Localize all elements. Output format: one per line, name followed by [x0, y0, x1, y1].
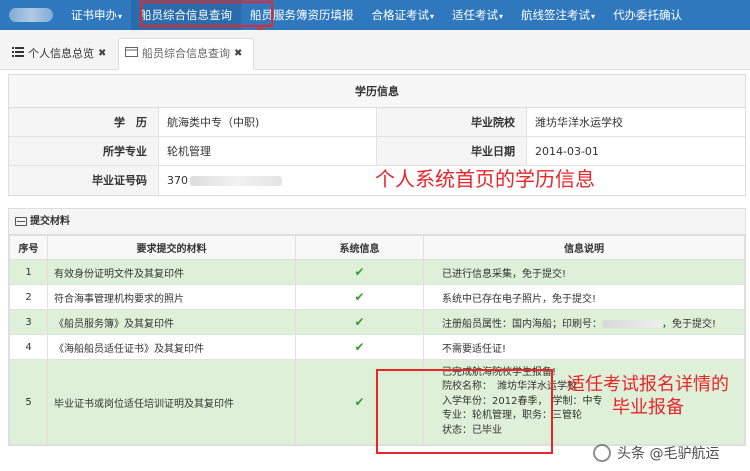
- degree-label: 学 历: [9, 108, 159, 136]
- row-desc: 不需要适任证!: [423, 334, 745, 360]
- tab-seafarer-info-query[interactable]: 船员综合信息查询 ✖: [118, 38, 254, 70]
- date-label: 毕业日期: [377, 137, 527, 165]
- row-desc-text: 不需要适任证!: [442, 343, 507, 355]
- materials-title: 提交材料: [30, 215, 70, 227]
- annotation-exam-note-line2: 毕业报备: [612, 397, 684, 418]
- nav-service-book-label: 船员服务簿资历填报: [250, 8, 354, 22]
- cert-number-prefix: 370: [167, 174, 188, 187]
- check-icon: ✔: [354, 290, 365, 304]
- education-row: 所学专业 轮机管理 毕业日期 2014-03-01: [9, 137, 745, 166]
- blurred-username: [9, 8, 53, 22]
- row-desc: 已进行信息采集，免于提交!: [423, 259, 745, 285]
- tab-personal-overview[interactable]: 个人信息总览 ✖: [6, 38, 112, 70]
- check-icon: ✔: [354, 265, 365, 279]
- nav-cert-apply[interactable]: 证书申办▾: [62, 0, 131, 30]
- keyboard-icon: [15, 217, 27, 226]
- check-icon: ✔: [354, 340, 365, 354]
- row-item: 有效身份证明文件及其复印件: [47, 259, 296, 285]
- row-item: 《海船船员适任证书》及其复印件: [47, 334, 296, 360]
- nav-competency-exam-label: 适任考试: [452, 8, 499, 22]
- header-no: 序号: [9, 235, 48, 260]
- table-row: 4 《海船船员适任证书》及其复印件 ✔ 不需要适任证!: [9, 334, 745, 360]
- nav-cert-exam-label: 合格证考试: [371, 8, 430, 22]
- close-icon[interactable]: ✖: [234, 42, 242, 66]
- chevron-down-icon: ▾: [430, 12, 435, 21]
- education-title: 学历信息: [9, 75, 745, 108]
- window-icon: [125, 42, 138, 66]
- header-item: 要求提交的材料: [47, 235, 296, 260]
- materials-header: 提交材料: [9, 209, 745, 235]
- degree-value: 航海类中专（中职): [159, 108, 377, 136]
- table-header-row: 序号 要求提交的材料 系统信息 信息说明: [9, 235, 745, 260]
- top-nav: 证书申办▾ 船员综合信息查询 船员服务簿资历填报 合格证考试▾ 适任考试▾ 航线…: [0, 0, 750, 30]
- nav-proxy-confirm-label: 代办委托确认: [613, 8, 683, 22]
- row-no: 3: [9, 309, 48, 335]
- header-sys: 系统信息: [295, 235, 424, 260]
- row-item: 符合海事管理机构要求的照片: [47, 284, 296, 310]
- watermark-text: 头条 @毛驴航运: [617, 446, 720, 462]
- row-desc: 注册船员属性：国内海船；印刷号： ，免于提交!: [423, 309, 745, 335]
- nav-route-endorse-exam[interactable]: 航线签注考试▾: [512, 0, 604, 30]
- nav-proxy-confirm[interactable]: 代办委托确认: [604, 0, 691, 30]
- cert-label: 毕业证号码: [9, 166, 159, 195]
- row-desc-suffix: ，免于提交!: [662, 318, 717, 330]
- row-no: 4: [9, 334, 48, 360]
- school-label: 毕业院校: [377, 108, 527, 136]
- major-value: 轮机管理: [159, 137, 377, 165]
- watermark-logo-icon: [593, 444, 611, 462]
- blurred-print-number: [602, 319, 662, 328]
- table-row: 1 有效身份证明文件及其复印件 ✔ 已进行信息采集，免于提交!: [9, 259, 745, 285]
- row-desc-text: 已进行信息采集，免于提交!: [442, 268, 567, 280]
- nav-seafarer-info-query-label: 船员综合信息查询: [140, 8, 233, 22]
- chevron-down-icon: ▾: [499, 12, 504, 21]
- chevron-down-icon: ▾: [591, 12, 596, 21]
- table-row: 3 《船员服务簿》及其复印件 ✔ 注册船员属性：国内海船；印刷号： ，免于提交!: [9, 309, 745, 335]
- row-no: 5: [9, 359, 48, 445]
- row-item: 毕业证书或岗位适任培训证明及其复印件: [47, 359, 296, 445]
- annotation-edu-note: 个人系统首页的学历信息: [375, 167, 595, 191]
- user-avatar-area[interactable]: [0, 0, 62, 30]
- blurred-cert-number: [190, 176, 282, 186]
- nav-cert-exam[interactable]: 合格证考试▾: [363, 0, 444, 30]
- nav-seafarer-info-query[interactable]: 船员综合信息查询: [131, 0, 242, 30]
- row-sys: ✔: [295, 309, 424, 335]
- row-desc: 系统中已存在电子照片，免于提交!: [423, 284, 745, 310]
- date-value: 2014-03-01: [535, 145, 599, 158]
- header-desc: 信息说明: [423, 235, 745, 260]
- row-sys: ✔: [295, 284, 424, 310]
- row-desc-text: 系统中已存在电子照片，免于提交!: [442, 293, 597, 305]
- row-sys: ✔: [295, 359, 424, 445]
- desc-line: 状态：已毕业: [442, 424, 502, 436]
- nav-cert-apply-label: 证书申办: [71, 8, 117, 22]
- row-sys: ✔: [295, 259, 424, 285]
- row-desc-prefix: 注册船员属性：国内海船；印刷号：: [442, 318, 602, 330]
- annotation-exam-note-line1: 适任考试报名详情的: [567, 374, 729, 395]
- check-icon: ✔: [354, 315, 365, 329]
- row-no: 1: [9, 259, 48, 285]
- row-item: 《船员服务簿》及其复印件: [47, 309, 296, 335]
- tab-bar: 个人信息总览 ✖ 船员综合信息查询 ✖: [0, 30, 750, 70]
- tab-personal-overview-label: 个人信息总览: [28, 47, 94, 60]
- watermark: 头条 @毛驴航运: [593, 438, 745, 468]
- nav-route-endorse-exam-label: 航线签注考试: [521, 8, 591, 22]
- tab-seafarer-info-query-label: 船员综合信息查询: [142, 47, 230, 60]
- chevron-down-icon: ▾: [118, 12, 123, 21]
- row-no: 2: [9, 284, 48, 310]
- table-row: 2 符合海事管理机构要求的照片 ✔ 系统中已存在电子照片，免于提交!: [9, 284, 745, 310]
- school-value: 潍坊华洋水运学校: [535, 116, 623, 129]
- education-row: 学 历 航海类中专（中职) 毕业院校 潍坊华洋水运学校: [9, 108, 745, 137]
- check-icon: ✔: [354, 395, 365, 409]
- list-icon: [12, 42, 24, 66]
- close-icon[interactable]: ✖: [98, 42, 106, 66]
- row-sys: ✔: [295, 334, 424, 360]
- major-label: 所学专业: [9, 137, 159, 165]
- nav-competency-exam[interactable]: 适任考试▾: [443, 0, 512, 30]
- annotation-exam-note: 适任考试报名详情的 毕业报备: [558, 373, 738, 419]
